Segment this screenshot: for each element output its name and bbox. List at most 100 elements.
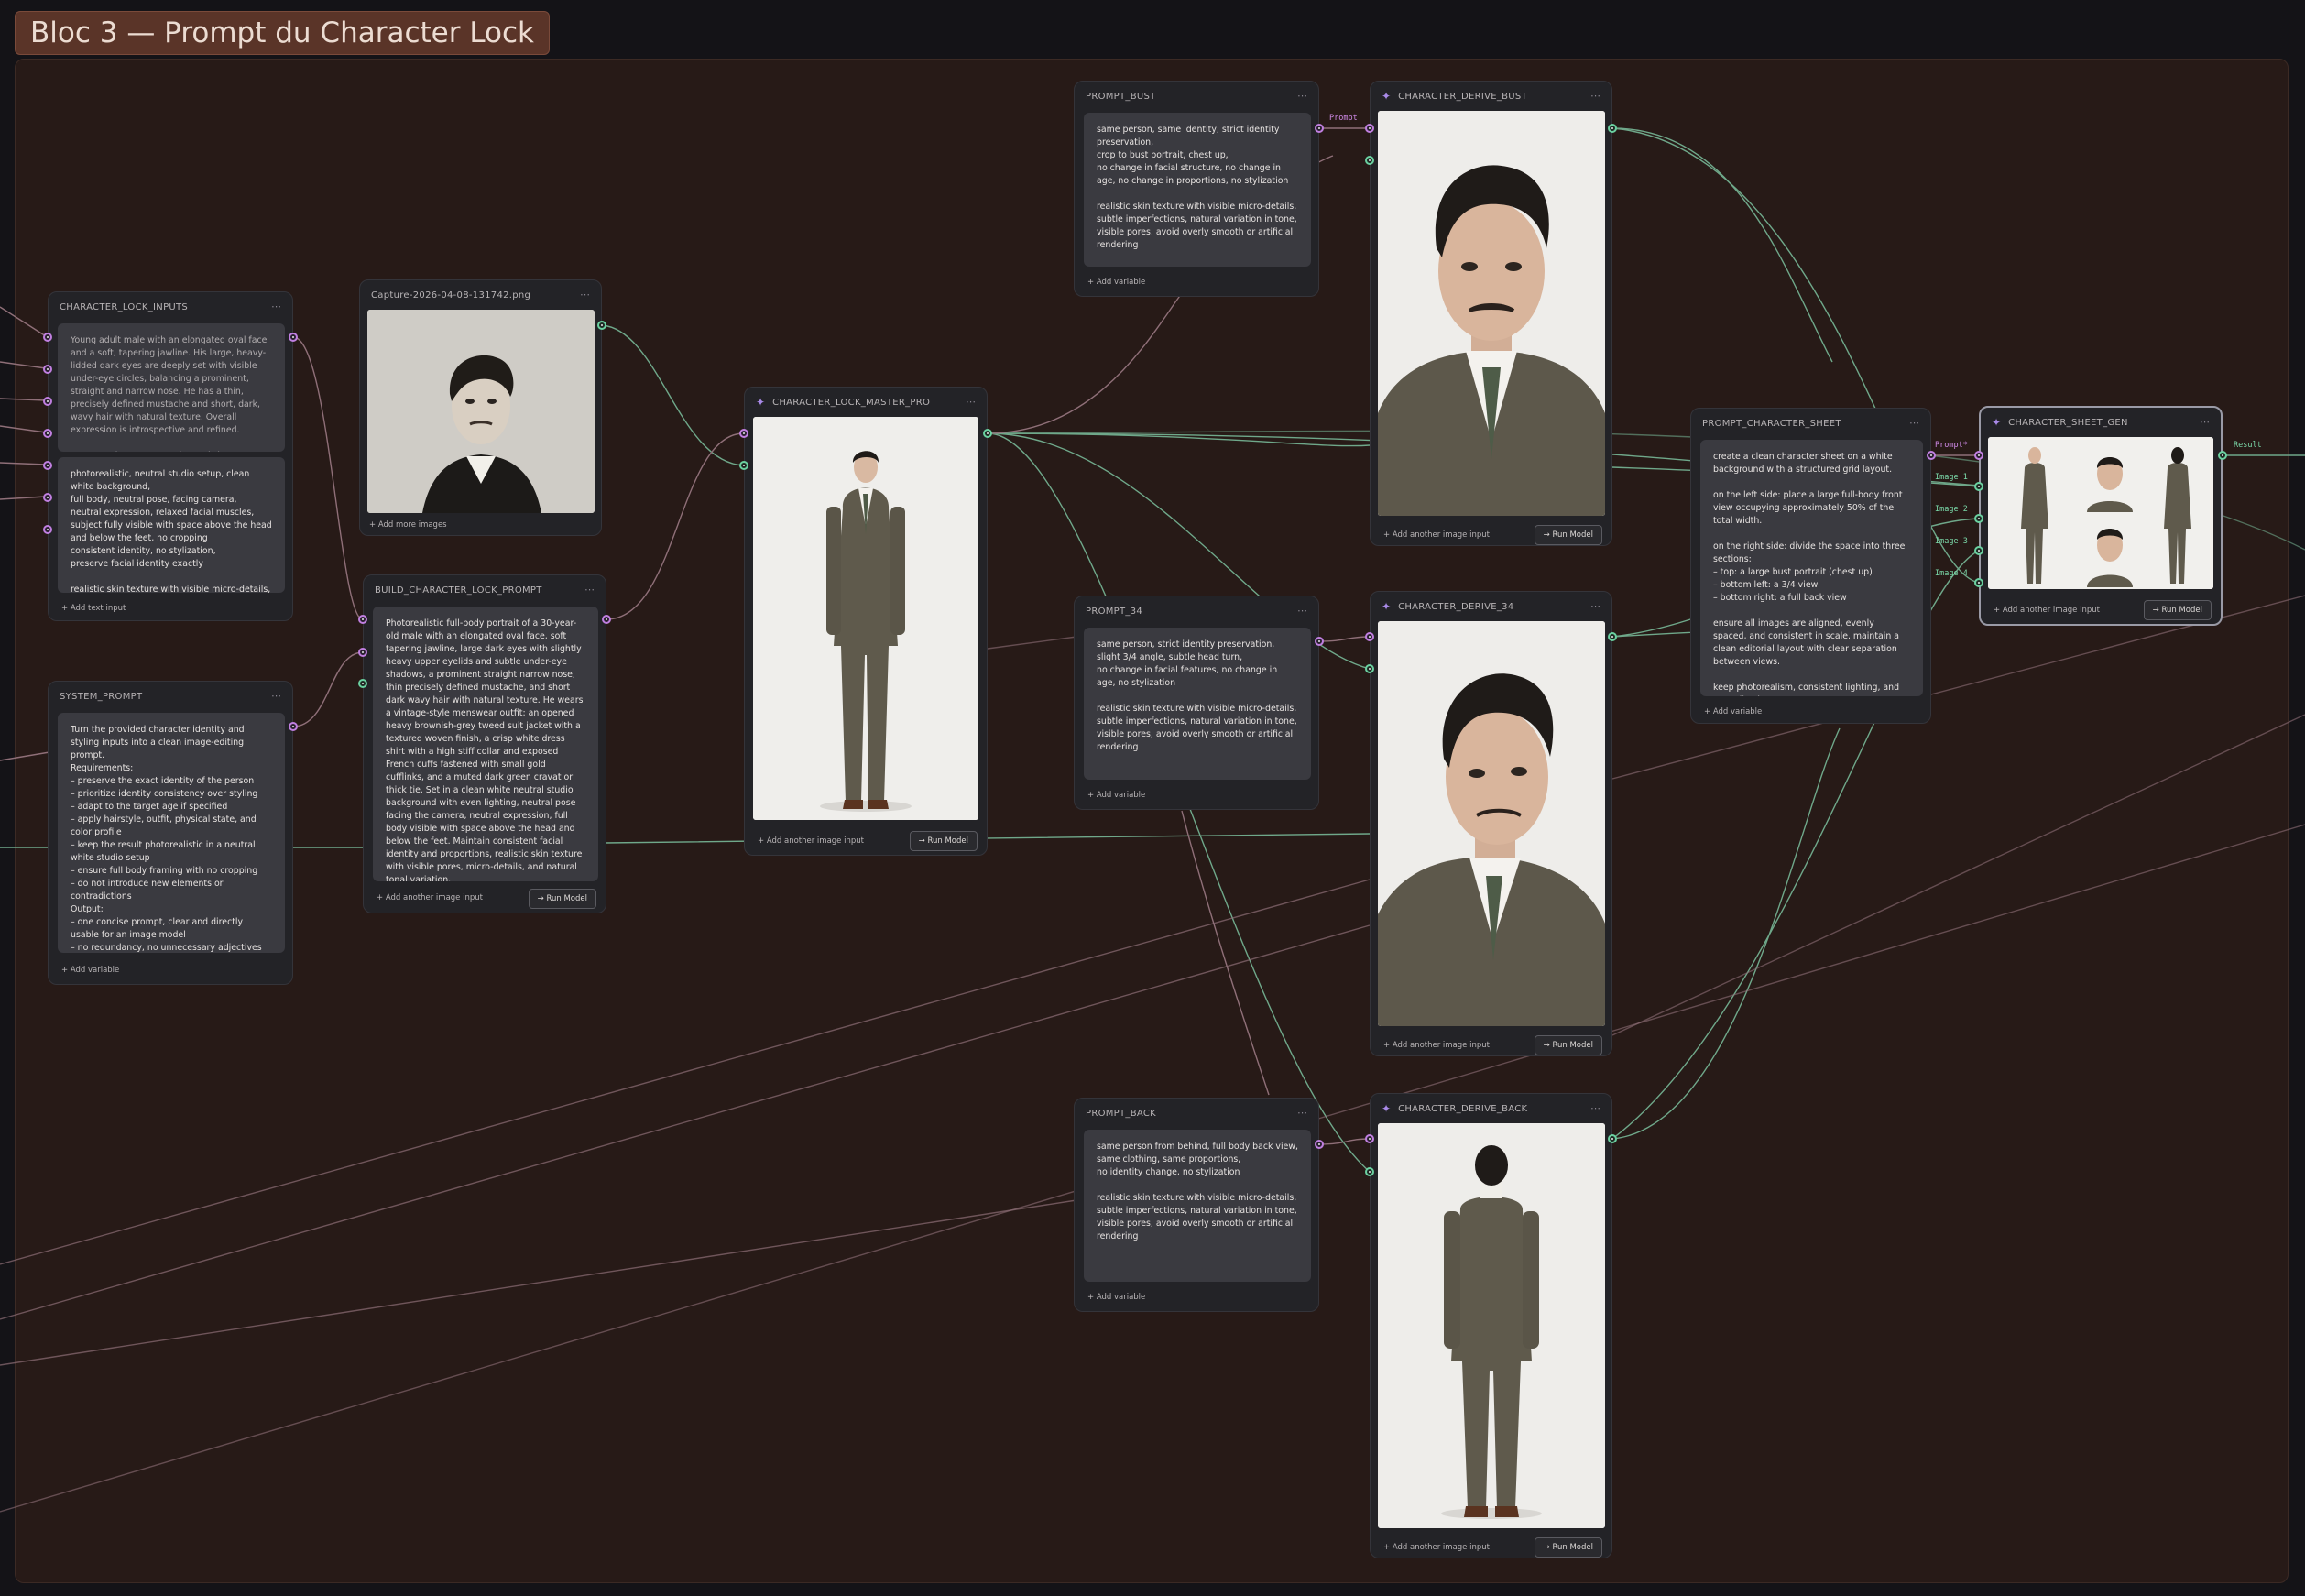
add-variable-link[interactable]: + Add variable <box>1087 791 1145 800</box>
output-port[interactable] <box>1315 124 1324 133</box>
run-model-button[interactable]: → Run Model <box>1534 1035 1602 1055</box>
prompt-back-text[interactable]: same person from behind, full body back … <box>1084 1130 1311 1282</box>
add-more-images-link[interactable]: + Add more images <box>369 520 447 530</box>
input-port-prompt[interactable] <box>1974 451 1983 460</box>
output-port[interactable] <box>597 321 606 330</box>
add-variable-link[interactable]: + Add variable <box>1087 278 1145 287</box>
input-port[interactable] <box>43 333 52 342</box>
input-port[interactable] <box>43 461 52 470</box>
output-port[interactable] <box>983 429 992 438</box>
ellipsis-icon[interactable]: ⋯ <box>1590 600 1600 612</box>
input-port[interactable] <box>358 679 367 688</box>
ellipsis-icon[interactable]: ⋯ <box>1590 1102 1600 1114</box>
run-model-button[interactable]: → Run Model <box>909 831 978 851</box>
add-variable-link[interactable]: + Add variable <box>1087 1293 1145 1302</box>
output-port-result[interactable] <box>2218 451 2227 460</box>
input-port[interactable] <box>739 461 748 470</box>
input-port[interactable] <box>43 493 52 502</box>
output-port[interactable] <box>1927 451 1936 460</box>
output-port[interactable] <box>1608 632 1617 641</box>
input-port[interactable] <box>1365 124 1374 133</box>
node-prompt-bust[interactable]: PROMPT_BUST ⋯ same person, same identity… <box>1074 81 1319 297</box>
output-port[interactable] <box>1315 1140 1324 1149</box>
add-image-input-link[interactable]: + Add another image input <box>1383 1041 1490 1050</box>
ellipsis-icon[interactable]: ⋯ <box>1297 605 1307 617</box>
prompt-sheet-text[interactable]: create a clean character sheet on a whit… <box>1700 440 1923 696</box>
node-title: CHARACTER_DERIVE_BUST <box>1398 91 1527 102</box>
ellipsis-icon[interactable]: ⋯ <box>580 289 590 301</box>
ellipsis-icon[interactable]: ⋯ <box>2200 416 2210 428</box>
output-port[interactable] <box>289 722 298 731</box>
ellipsis-icon[interactable]: ⋯ <box>1590 90 1600 102</box>
add-image-input-link[interactable]: + Add another image input <box>1383 1543 1490 1552</box>
node-character-sheet-gen[interactable]: ✦ CHARACTER_SHEET_GEN ⋯ + Add another im… <box>1979 406 2223 626</box>
add-image-input-link[interactable]: + Add another image input <box>377 893 483 902</box>
master-output-image <box>753 417 978 820</box>
node-character-lock-master-pro[interactable]: ✦ CHARACTER_LOCK_MASTER_PRO ⋯ + Add anoth… <box>744 387 988 856</box>
input-port[interactable] <box>43 525 52 534</box>
node-system-prompt[interactable]: SYSTEM_PROMPT ⋯ Turn the provided charac… <box>48 681 293 985</box>
input-port[interactable] <box>43 397 52 406</box>
workflow-canvas[interactable]: Bloc 3 — Prompt du Character Lock CHARAC… <box>0 0 2305 1596</box>
ellipsis-icon[interactable]: ⋯ <box>966 396 976 408</box>
node-character-derive-bust[interactable]: ✦ CHARACTER_DERIVE_BUST ⋯ + Add another i… <box>1370 81 1612 546</box>
build-prompt-output[interactable]: Photorealistic full-body portrait of a 3… <box>373 607 598 881</box>
port-label-image-2: Image 2 <box>1935 505 1968 514</box>
input-port-image-3[interactable] <box>1974 546 1983 555</box>
add-variable-link[interactable]: + Add variable <box>1704 707 1762 716</box>
run-model-button[interactable]: → Run Model <box>1534 525 1602 545</box>
input-port-image-2[interactable] <box>1974 514 1983 523</box>
input-port[interactable] <box>358 615 367 624</box>
ellipsis-icon[interactable]: ⋯ <box>1297 1107 1307 1119</box>
arrow-right-icon: → <box>2152 606 2162 615</box>
text-input-styling[interactable]: photorealistic, neutral studio setup, cl… <box>58 457 285 593</box>
node-prompt-back[interactable]: PROMPT_BACK ⋯ same person from behind, f… <box>1074 1098 1319 1312</box>
input-port[interactable] <box>1365 1134 1374 1143</box>
output-port[interactable] <box>602 615 611 624</box>
node-build-character-lock-prompt[interactable]: BUILD_CHARACTER_LOCK_PROMPT ⋯ Photoreali… <box>363 574 606 913</box>
text-input-identity[interactable]: Young adult male with an elongated oval … <box>58 323 285 452</box>
input-port[interactable] <box>1365 1167 1374 1176</box>
add-variable-link[interactable]: + Add variable <box>61 966 119 975</box>
node-prompt-34[interactable]: PROMPT_34 ⋯ same person, strict identity… <box>1074 596 1319 810</box>
ellipsis-icon[interactable]: ⋯ <box>271 301 281 312</box>
add-image-input-link[interactable]: + Add another image input <box>1383 530 1490 540</box>
ellipsis-icon[interactable]: ⋯ <box>1909 417 1919 429</box>
run-model-button[interactable]: → Run Model <box>1534 1537 1602 1558</box>
output-port[interactable] <box>1608 1134 1617 1143</box>
add-image-input-link[interactable]: + Add another image input <box>1994 606 2100 615</box>
node-character-lock-inputs[interactable]: CHARACTER_LOCK_INPUTS ⋯ Young adult male… <box>48 291 293 621</box>
output-port[interactable] <box>289 333 298 342</box>
input-port[interactable] <box>1365 632 1374 641</box>
run-model-button[interactable]: → Run Model <box>528 889 596 909</box>
node-prompt-character-sheet[interactable]: PROMPT_CHARACTER_SHEET ⋯ create a clean … <box>1690 408 1931 724</box>
node-capture-image[interactable]: Capture-2026-04-08-131742.png ⋯ + Add mo… <box>359 279 602 536</box>
add-text-input-link[interactable]: + Add text input <box>61 604 126 613</box>
node-character-derive-34[interactable]: ✦ CHARACTER_DERIVE_34 ⋯ + Add another ima… <box>1370 591 1612 1056</box>
input-port-image-4[interactable] <box>1974 578 1983 587</box>
run-model-button[interactable]: → Run Model <box>2143 600 2212 620</box>
three-quarter-portrait-image <box>1378 621 1605 1026</box>
prompt-bust-text[interactable]: same person, same identity, strict ident… <box>1084 113 1311 267</box>
input-port[interactable] <box>739 429 748 438</box>
node-title: CHARACTER_LOCK_INPUTS <box>60 301 189 312</box>
output-port[interactable] <box>1315 637 1324 646</box>
input-port-image-1[interactable] <box>1974 482 1983 491</box>
node-character-derive-back[interactable]: ✦ CHARACTER_DERIVE_BACK ⋯ + Add another i… <box>1370 1093 1612 1558</box>
wire-bust-out <box>1611 127 1833 363</box>
system-prompt-text[interactable]: Turn the provided character identity and… <box>58 713 285 953</box>
input-port[interactable] <box>1365 156 1374 165</box>
plus-icon: + <box>1383 530 1393 540</box>
input-port[interactable] <box>358 648 367 657</box>
prompt-34-text[interactable]: same person, strict identity preservatio… <box>1084 628 1311 780</box>
input-port[interactable] <box>1365 664 1374 673</box>
ellipsis-icon[interactable]: ⋯ <box>1297 90 1307 102</box>
full-body-front-image <box>753 417 978 820</box>
ellipsis-icon[interactable]: ⋯ <box>584 584 595 596</box>
input-port[interactable] <box>43 429 52 438</box>
plus-icon: + <box>369 520 378 530</box>
output-port[interactable] <box>1608 124 1617 133</box>
ellipsis-icon[interactable]: ⋯ <box>271 690 281 702</box>
add-image-input-link[interactable]: + Add another image input <box>758 836 864 846</box>
input-port[interactable] <box>43 365 52 374</box>
